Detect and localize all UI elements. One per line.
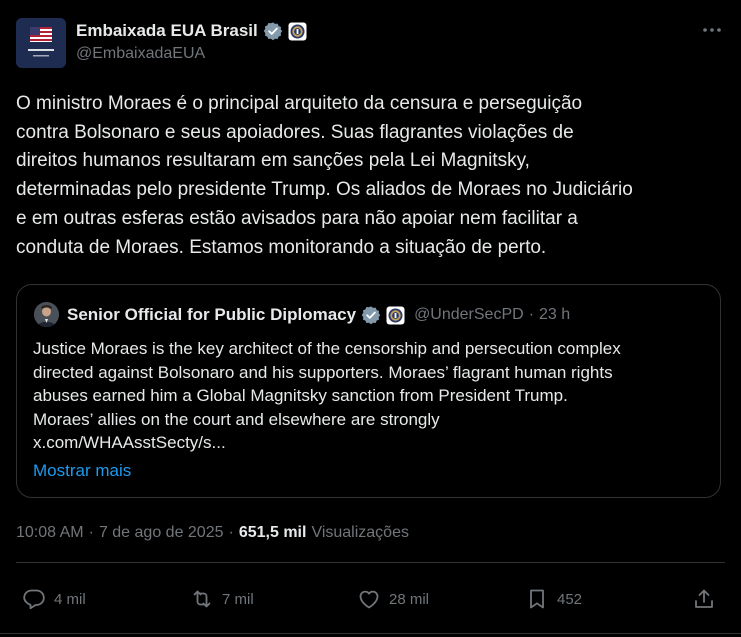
- tweet-text-line: direitos humanos resultaram em sanções p…: [16, 150, 530, 172]
- quote-text-line: Moraes’ allies on the court and elsewher…: [33, 409, 440, 429]
- tweet-text-line: determinadas pelo presidente Trump. Os a…: [16, 179, 633, 201]
- author-display-name[interactable]: Embaixada EUA Brasil: [76, 21, 258, 41]
- tweet-text: O ministro Moraes é o principal arquitet…: [16, 90, 728, 262]
- tweet-time[interactable]: 10:08 AM: [16, 524, 84, 542]
- bookmark-icon: [525, 587, 549, 611]
- verified-badge-icon[interactable]: [361, 305, 381, 325]
- quote-link-line[interactable]: x.com/WHAAsstSecty/s...: [33, 431, 719, 455]
- quote-text-line: directed against Bolsonaro and his suppo…: [33, 362, 613, 382]
- share-icon: [692, 587, 716, 611]
- more-dots-icon[interactable]: [700, 20, 724, 40]
- repost-count: 7 mil: [222, 590, 254, 608]
- verified-badge-icon[interactable]: [263, 21, 283, 41]
- repost-button[interactable]: 7 mil: [190, 585, 254, 613]
- reply-icon: [22, 587, 46, 611]
- quote-header: Senior Official for Public Diplomacy @Un…: [67, 303, 570, 327]
- tweet-meta: 10:08 AM · 7 de ago de 2025 · 651,5 mil …: [16, 524, 409, 542]
- meta-separator: ·: [88, 524, 94, 541]
- views-label: Visualizações: [311, 524, 409, 541]
- tweet-text-line: contra Bolsonaro e seus apoiadores. Suas…: [16, 121, 574, 143]
- tweet-text-line: O ministro Moraes é o principal arquitet…: [16, 93, 583, 114]
- tweet-text-line: conduta de Moraes. Estamos monitorando a…: [16, 236, 547, 258]
- government-seal-icon: [386, 306, 405, 325]
- quoted-tweet-card[interactable]: Senior Official for Public Diplomacy @Un…: [16, 284, 721, 498]
- meta-separator: ·: [228, 524, 234, 541]
- like-button[interactable]: 28 mil: [357, 585, 429, 613]
- quote-author-avatar[interactable]: [34, 302, 59, 327]
- reply-button[interactable]: 4 mil: [22, 585, 86, 613]
- author-name-row: Embaixada EUA Brasil: [76, 20, 307, 42]
- bookmark-button[interactable]: 452: [525, 585, 582, 613]
- reply-count: 4 mil: [54, 590, 86, 608]
- bookmark-count: 452: [557, 590, 583, 608]
- author-handle[interactable]: @EmbaixadaEUA: [76, 45, 205, 63]
- author-avatar[interactable]: [16, 18, 66, 68]
- quote-text: Justice Moraes is the key architect of t…: [33, 337, 719, 455]
- quote-timestamp[interactable]: 23 h: [539, 306, 570, 324]
- quote-text-line: Justice Moraes is the key architect of t…: [33, 339, 621, 358]
- tweet-date[interactable]: 7 de ago de 2025: [99, 524, 224, 542]
- divider: [0, 633, 741, 634]
- heart-icon: [357, 587, 381, 611]
- repost-icon: [190, 587, 214, 611]
- government-seal-icon: [288, 22, 307, 41]
- quote-author-handle[interactable]: @UnderSecPD: [414, 306, 524, 324]
- like-count: 28 mil: [389, 590, 430, 608]
- share-button[interactable]: [692, 585, 716, 613]
- views-count: 651,5 mil: [238, 524, 307, 541]
- quote-text-line: abuses earned him a Global Magnitsky san…: [33, 386, 568, 405]
- tweet-text-line: e em outras esferas estão avisados para …: [16, 207, 578, 229]
- quote-author-name[interactable]: Senior Official for Public Diplomacy: [67, 305, 356, 325]
- quote-separator: ·: [528, 306, 535, 323]
- divider: [16, 562, 725, 563]
- show-more-link[interactable]: Mostrar mais: [33, 461, 131, 481]
